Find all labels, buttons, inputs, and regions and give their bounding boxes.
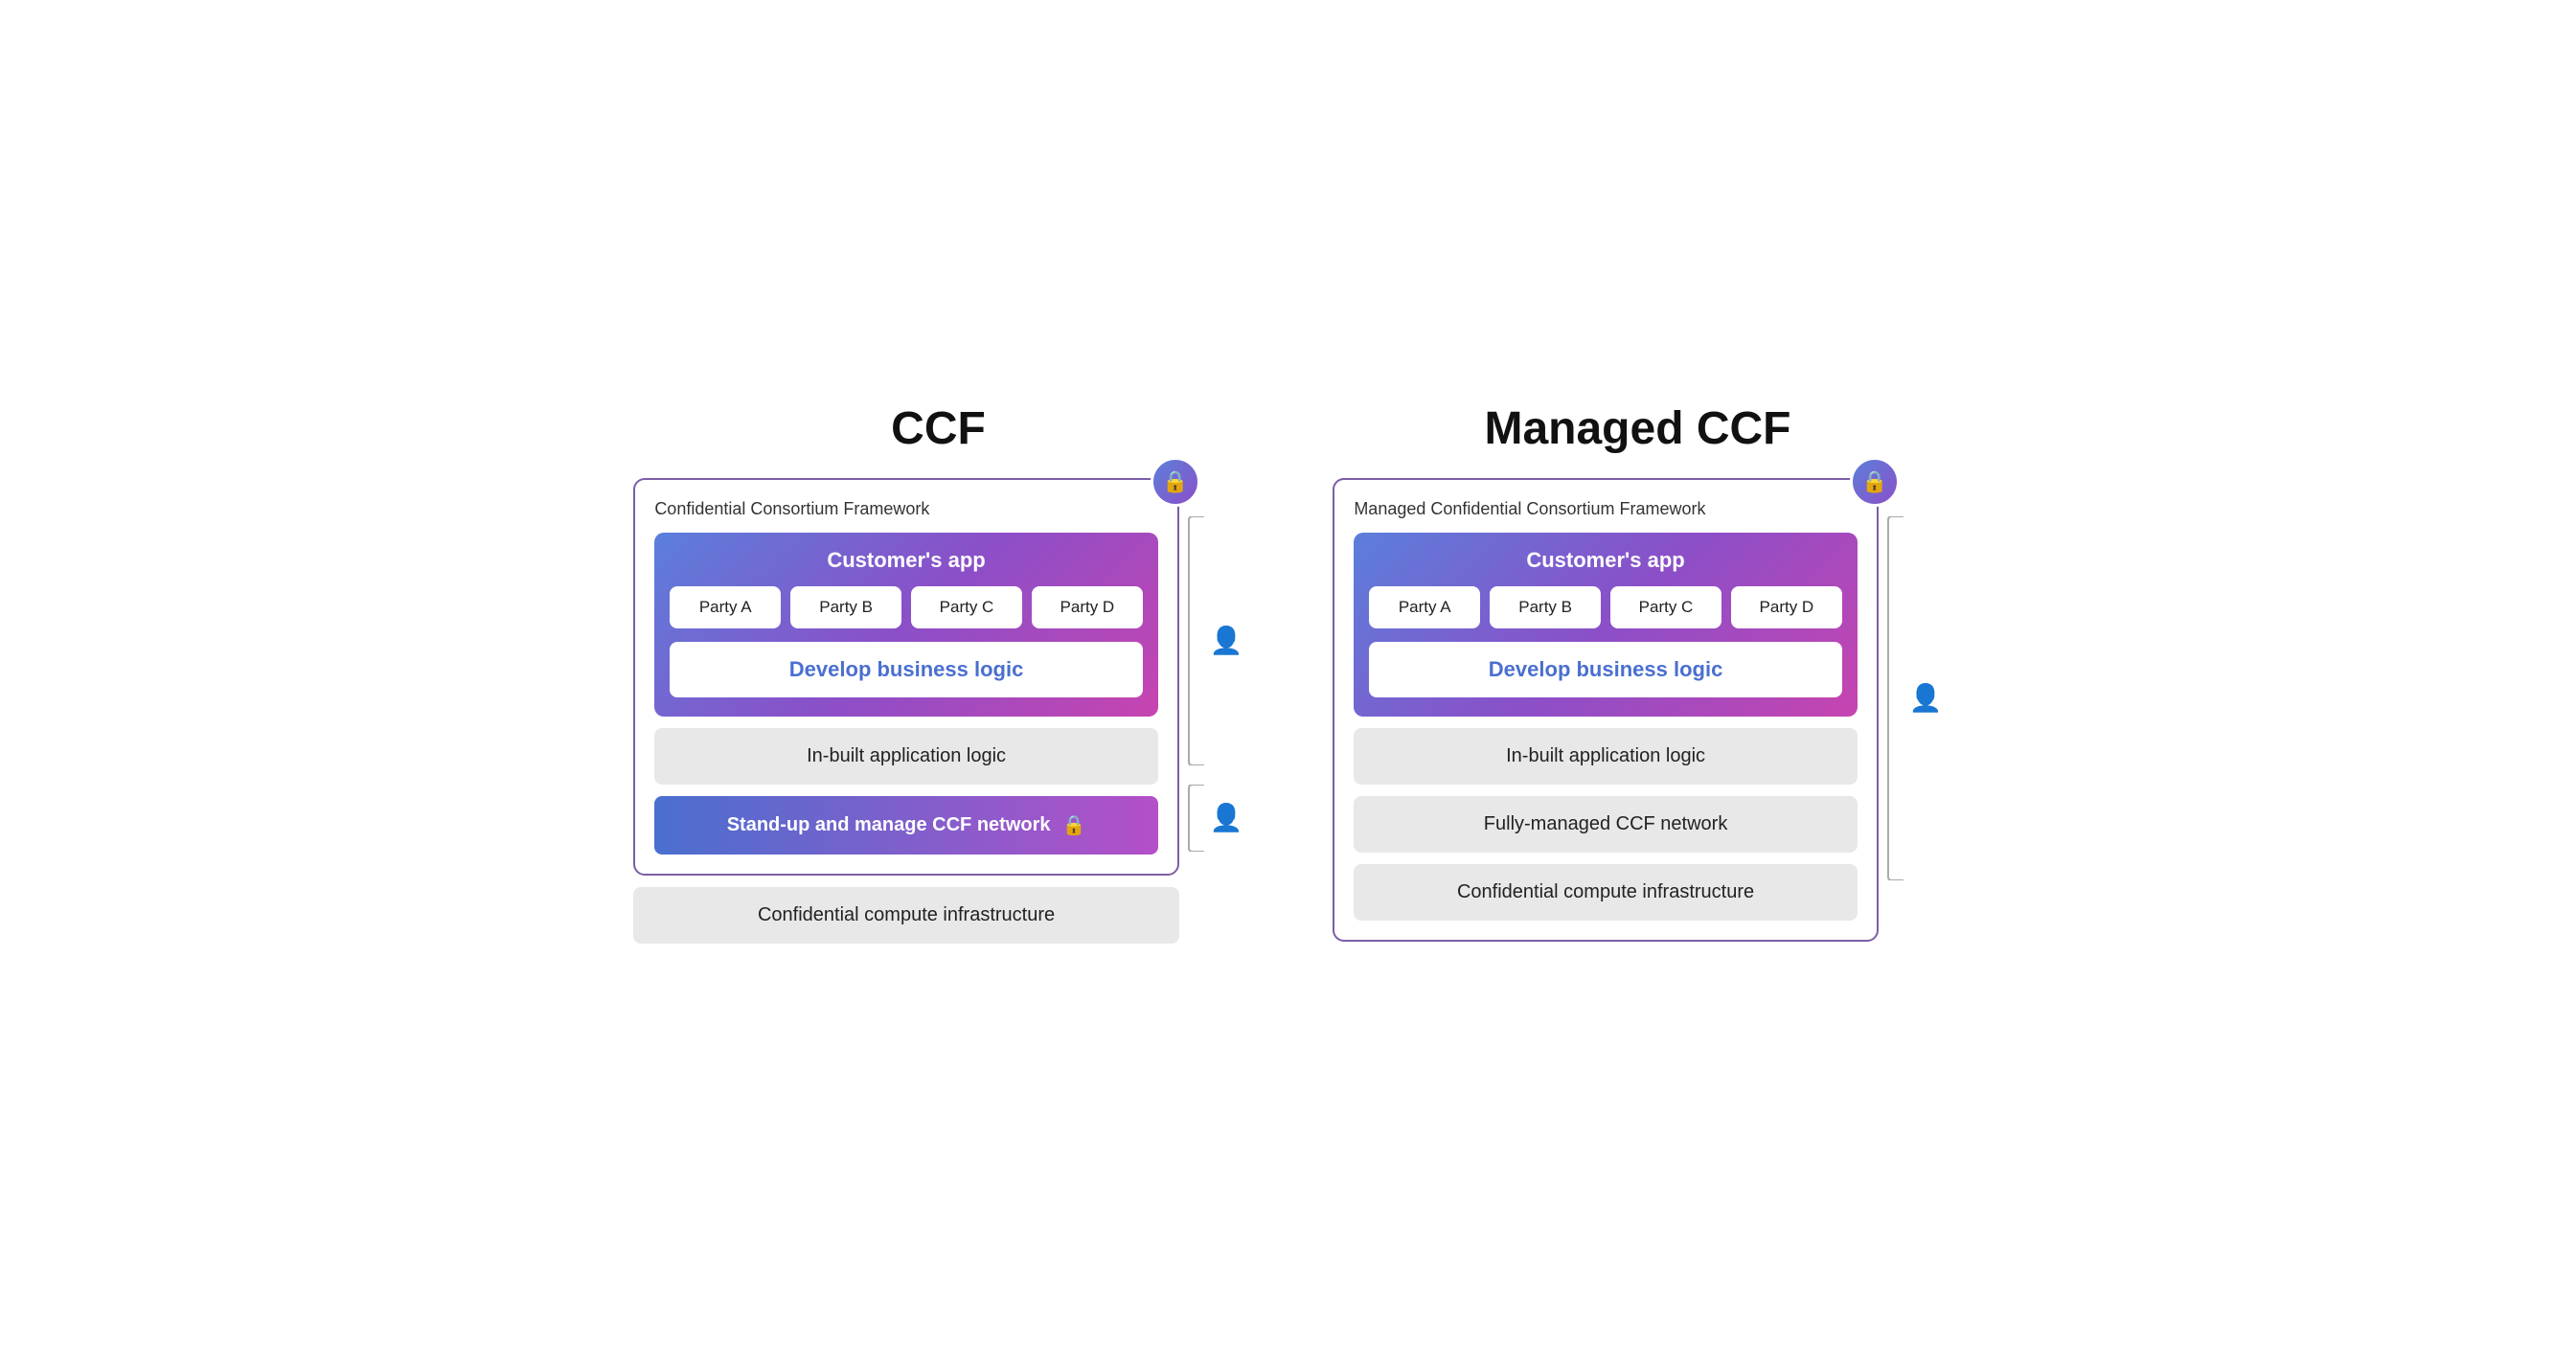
managed-lock-icon: 🔒 bbox=[1861, 469, 1887, 494]
managed-develop-logic-text: Develop business logic bbox=[1489, 657, 1723, 681]
ccf-parties-row: Party A Party B Party C Party D bbox=[670, 586, 1143, 628]
managed-customers-app-title: Customer's app bbox=[1369, 548, 1842, 573]
managed-person-icon: 👤 bbox=[1909, 682, 1943, 714]
ccf-customers-app-title: Customer's app bbox=[670, 548, 1143, 573]
ccf-inbuilt-box: In-built application logic bbox=[654, 728, 1158, 785]
ccf-party-c: Party C bbox=[911, 586, 1022, 628]
managed-party-d: Party D bbox=[1731, 586, 1842, 628]
ccf-title: CCF bbox=[891, 402, 986, 455]
ccf-lower-bracket bbox=[1187, 785, 1206, 852]
ccf-standup-box: Stand-up and manage CCF network 🔒 bbox=[654, 796, 1158, 855]
managed-develop-logic-box: Develop business logic bbox=[1369, 642, 1842, 697]
managed-party-b: Party B bbox=[1490, 586, 1601, 628]
ccf-develop-logic-box: Develop business logic bbox=[670, 642, 1143, 697]
ccf-upper-bracket bbox=[1187, 516, 1206, 765]
ccf-customers-app-box: Customer's app Party A Party B Party C P… bbox=[654, 533, 1158, 717]
ccf-column: CCF 🔒 Confidential Consortium Framework … bbox=[618, 402, 1260, 944]
managed-inbuilt-box: In-built application logic bbox=[1354, 728, 1858, 785]
lock-icon: 🔒 bbox=[1162, 469, 1188, 494]
managed-ccf-main-box: 🔒 Managed Confidential Consortium Framew… bbox=[1333, 478, 1879, 942]
ccf-party-b: Party B bbox=[790, 586, 901, 628]
managed-parties-row: Party A Party B Party C Party D bbox=[1369, 586, 1842, 628]
ccf-person-icon-lower: 👤 bbox=[1210, 802, 1243, 833]
managed-fully-managed-box: Fully-managed CCF network bbox=[1354, 796, 1858, 853]
ccf-develop-logic-text: Develop business logic bbox=[789, 657, 1024, 681]
managed-ccf-title: Managed CCF bbox=[1484, 402, 1790, 455]
page-wrapper: CCF 🔒 Confidential Consortium Framework … bbox=[618, 402, 1959, 944]
ccf-party-d: Party D bbox=[1032, 586, 1143, 628]
ccf-person-icon-upper: 👤 bbox=[1210, 625, 1243, 656]
managed-ccf-lock-badge: 🔒 bbox=[1850, 457, 1900, 507]
ccf-lock-badge: 🔒 bbox=[1151, 457, 1200, 507]
ccf-confidential-box: Confidential compute infrastructure bbox=[633, 887, 1179, 944]
ccf-party-a: Party A bbox=[670, 586, 781, 628]
managed-bracket bbox=[1886, 516, 1905, 880]
managed-party-c: Party C bbox=[1610, 586, 1721, 628]
ccf-main-box: 🔒 Confidential Consortium Framework Cust… bbox=[633, 478, 1179, 876]
managed-customers-app-box: Customer's app Party A Party B Party C P… bbox=[1354, 533, 1858, 717]
ccf-standup-lock-icon: 🔒 bbox=[1062, 813, 1086, 837]
managed-ccf-box-label: Managed Confidential Consortium Framewor… bbox=[1354, 499, 1858, 519]
ccf-standup-text: Stand-up and manage CCF network bbox=[727, 814, 1051, 836]
managed-confidential-inside-box: Confidential compute infrastructure bbox=[1354, 864, 1858, 921]
managed-ccf-column: Managed CCF 🔒 Managed Confidential Conso… bbox=[1317, 402, 1959, 942]
managed-party-a: Party A bbox=[1369, 586, 1480, 628]
ccf-box-label: Confidential Consortium Framework bbox=[654, 499, 1158, 519]
